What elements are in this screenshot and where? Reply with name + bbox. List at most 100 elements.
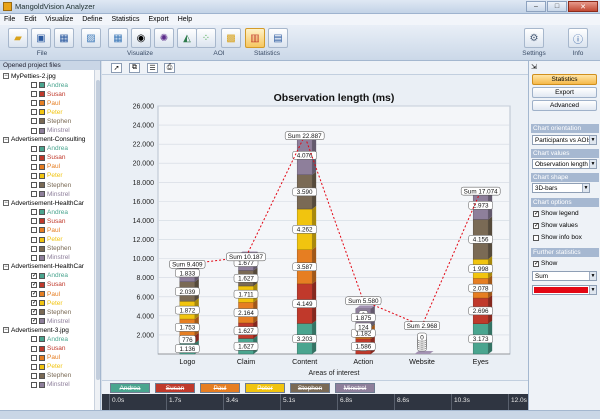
participant-checkbox[interactable] bbox=[31, 145, 37, 152]
collapse-toggle-icon[interactable]: − bbox=[3, 136, 9, 143]
participant-item[interactable]: Minstrel bbox=[31, 190, 70, 198]
open-folder-button[interactable]: ▰ bbox=[8, 28, 28, 48]
participant-item[interactable]: ✓ Andrea bbox=[31, 272, 68, 280]
chart-shape-select[interactable]: 3D-bars ▼ bbox=[532, 183, 590, 193]
participant-item[interactable]: Peter bbox=[31, 108, 63, 116]
export-tab-button[interactable]: Export bbox=[532, 87, 597, 98]
participant-item[interactable]: Stephen bbox=[31, 245, 71, 253]
chart-orientation-select[interactable]: Participants vs AOIs ▼ bbox=[532, 135, 597, 145]
info-button[interactable]: ⓘ bbox=[568, 28, 588, 48]
participant-checkbox[interactable]: ✓ bbox=[31, 318, 37, 325]
heatmap-button[interactable]: ◉ bbox=[131, 28, 151, 48]
participant-checkbox[interactable] bbox=[31, 354, 37, 361]
show-info-box-checkbox[interactable] bbox=[533, 234, 539, 241]
show-info-box-option[interactable]: Show info box bbox=[533, 233, 582, 242]
aoi-button[interactable]: ⁘ bbox=[196, 28, 216, 48]
participant-checkbox[interactable] bbox=[31, 91, 37, 98]
participant-item[interactable]: Minstrel bbox=[31, 127, 70, 135]
collapse-toggle-icon[interactable]: − bbox=[3, 200, 9, 207]
participant-item[interactable]: ✓ Minstrel bbox=[31, 317, 70, 325]
participant-item[interactable]: Andrea bbox=[31, 208, 68, 216]
participant-item[interactable]: Peter bbox=[31, 172, 63, 180]
participant-checkbox[interactable] bbox=[31, 372, 37, 379]
participant-checkbox[interactable] bbox=[31, 363, 37, 370]
participant-checkbox[interactable]: ✓ bbox=[31, 281, 37, 288]
menu-help[interactable]: Help bbox=[178, 16, 192, 23]
chart-settings-button[interactable]: ☰ bbox=[147, 63, 158, 73]
legend-item[interactable]: Minstrel bbox=[335, 383, 375, 393]
participant-checkbox[interactable] bbox=[31, 182, 37, 188]
save-all-button[interactable]: ▦ bbox=[54, 28, 74, 48]
participant-item[interactable]: Paul bbox=[31, 226, 60, 234]
participant-checkbox[interactable] bbox=[31, 109, 37, 116]
legend-item[interactable]: Susan bbox=[155, 383, 195, 393]
save-button[interactable]: ▣ bbox=[31, 28, 51, 48]
participant-checkbox[interactable] bbox=[31, 191, 37, 198]
show-legend-option[interactable]: ✓ Show legend bbox=[533, 209, 579, 218]
participant-item[interactable]: ✓ Paul bbox=[31, 290, 60, 298]
participant-checkbox[interactable] bbox=[31, 209, 37, 216]
focus-map-button[interactable]: ◭ bbox=[177, 28, 197, 48]
participant-checkbox[interactable]: ✓ bbox=[31, 291, 37, 297]
collapse-toggle-icon[interactable]: − bbox=[3, 263, 9, 270]
pin-icon[interactable]: ⇲ bbox=[531, 63, 537, 71]
maximize-button[interactable]: □ bbox=[547, 1, 567, 12]
statistic-type-select[interactable]: Sum ▼ bbox=[532, 271, 597, 281]
advanced-tab-button[interactable]: Advanced bbox=[532, 100, 597, 111]
menu-visualize[interactable]: Visualize bbox=[45, 16, 73, 23]
participant-item[interactable]: Paul bbox=[31, 99, 60, 107]
legend-item[interactable]: Andrea bbox=[110, 383, 150, 393]
participant-item[interactable]: Susan bbox=[31, 345, 65, 353]
participant-item[interactable]: Peter bbox=[31, 363, 63, 371]
participant-item[interactable]: Andrea bbox=[31, 145, 68, 153]
minimize-button[interactable]: – bbox=[526, 1, 546, 12]
statistics-table-button[interactable]: ▤ bbox=[268, 28, 288, 48]
participant-checkbox[interactable] bbox=[31, 100, 37, 107]
participant-checkbox[interactable]: ✓ bbox=[31, 272, 37, 279]
legend-item[interactable]: Stephen bbox=[290, 383, 330, 393]
show-legend-checkbox[interactable]: ✓ bbox=[533, 210, 539, 217]
participant-item[interactable]: Minstrel bbox=[31, 381, 70, 389]
participant-item[interactable]: Susan bbox=[31, 217, 65, 225]
participant-checkbox[interactable] bbox=[31, 336, 37, 343]
project-file-node[interactable]: − Advertisement-3.jpg bbox=[3, 326, 69, 334]
project-file-node[interactable]: − Advertisement-HealthCar bbox=[3, 263, 84, 271]
legend-item[interactable]: Paul bbox=[200, 383, 240, 393]
participant-item[interactable]: Paul bbox=[31, 354, 60, 362]
statistics-tab-button[interactable]: Statistics bbox=[532, 74, 597, 85]
menu-define[interactable]: Define bbox=[82, 16, 102, 23]
participant-checkbox[interactable] bbox=[31, 245, 37, 252]
grid-view-button[interactable]: ▦ bbox=[108, 28, 128, 48]
participant-checkbox[interactable] bbox=[31, 218, 37, 225]
print-button[interactable]: ⎙ bbox=[164, 63, 175, 73]
participant-checkbox[interactable]: ✓ bbox=[31, 309, 37, 316]
participant-item[interactable]: Andrea bbox=[31, 81, 68, 89]
participant-item[interactable]: ✓ Susan bbox=[31, 281, 65, 289]
pointer-tool-button[interactable]: ➚ bbox=[111, 63, 122, 73]
timeline-bar[interactable]: 0.0s 1.7s 3.4s 5.1s 6.8s 8.6s 10.3s 12.0s bbox=[102, 394, 528, 410]
participant-checkbox[interactable] bbox=[31, 118, 37, 125]
legend-item[interactable]: Peter bbox=[245, 383, 285, 393]
participant-checkbox[interactable] bbox=[31, 172, 37, 179]
menu-file[interactable]: File bbox=[4, 16, 15, 23]
menu-edit[interactable]: Edit bbox=[24, 16, 36, 23]
gaze-plot-button[interactable]: ✺ bbox=[154, 28, 174, 48]
participant-checkbox[interactable] bbox=[31, 381, 37, 388]
participant-item[interactable]: Stephen bbox=[31, 181, 71, 189]
participant-item[interactable]: Paul bbox=[31, 163, 60, 171]
participant-checkbox[interactable] bbox=[31, 82, 37, 88]
collapse-toggle-icon[interactable]: − bbox=[3, 73, 9, 79]
participant-item[interactable]: Minstrel bbox=[31, 254, 70, 262]
show-values-checkbox[interactable]: ✓ bbox=[533, 222, 539, 229]
participant-checkbox[interactable] bbox=[31, 163, 37, 170]
show-values-option[interactable]: ✓ Show values bbox=[533, 221, 578, 230]
scrollbar-thumb[interactable] bbox=[96, 80, 100, 380]
participant-item[interactable]: Stephen bbox=[31, 117, 71, 125]
participant-checkbox[interactable] bbox=[31, 236, 37, 243]
chart-values-select[interactable]: Observation length ▼ bbox=[532, 159, 597, 169]
close-button[interactable]: ✕ bbox=[568, 1, 598, 12]
settings-button[interactable]: ⚙ bbox=[524, 28, 544, 48]
participant-item[interactable]: Peter bbox=[31, 236, 63, 244]
project-file-node[interactable]: − MyPetties-2.jpg bbox=[3, 72, 56, 80]
participant-item[interactable]: Susan bbox=[31, 90, 65, 98]
